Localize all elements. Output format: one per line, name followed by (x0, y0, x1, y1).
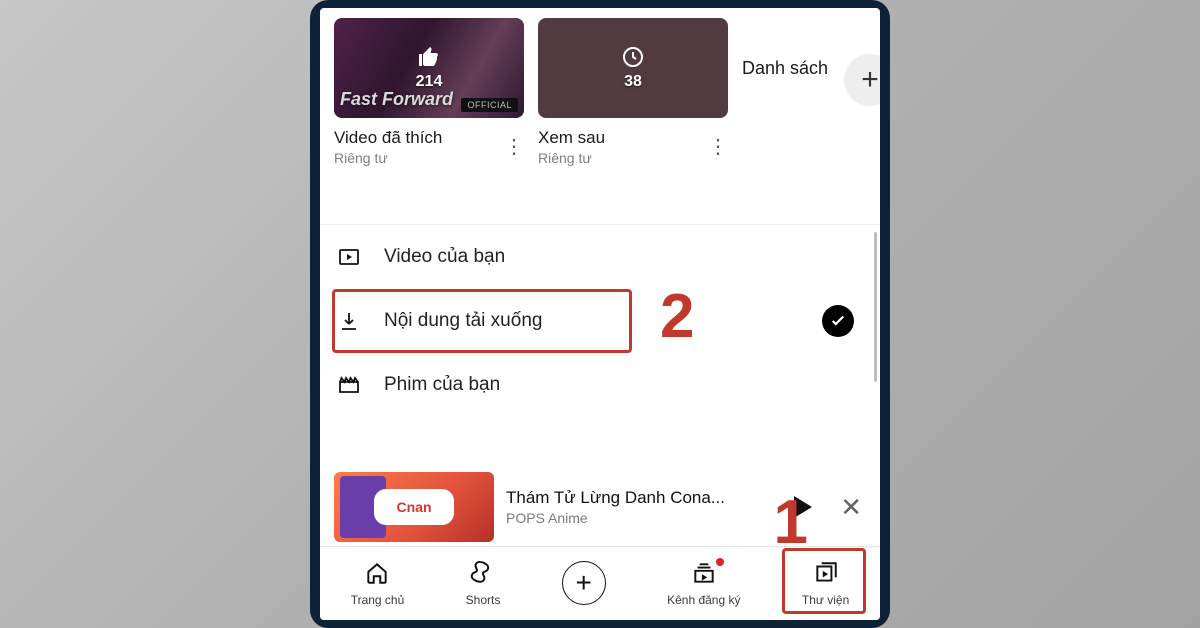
yg-official-tag: OFFICIAL (461, 98, 518, 112)
nav-shorts[interactable]: Shorts (466, 560, 501, 607)
plus-circle-icon: + (562, 561, 606, 605)
miniplayer[interactable]: Cnan Thám Tử Lừng Danh Cona... POPS Anim… (334, 472, 866, 542)
plus-icon: + (861, 63, 879, 97)
row-downloads-label: Nội dung tải xuống (384, 310, 542, 332)
playlist-later-count: 38 (624, 73, 642, 91)
playlists-row: 214 Fast Forward OFFICIAL Video đã thích… (320, 8, 880, 166)
play-square-icon (336, 244, 362, 270)
nav-library[interactable]: Thư viện (802, 560, 849, 607)
library-rows: Video của bạn Nội dung tải xuống 2 (320, 224, 880, 417)
playlist-later-more-icon[interactable]: ⋮ (704, 142, 728, 152)
miniplayer-thumb[interactable]: Cnan (334, 472, 494, 542)
playlist-liked-title: Video đã thích (334, 128, 442, 148)
app-screen: 214 Fast Forward OFFICIAL Video đã thích… (320, 8, 880, 620)
miniplayer-title: Thám Tử Lừng Danh Cona... (506, 488, 725, 508)
playlist-later-thumb[interactable]: 38 (538, 18, 728, 118)
thumbs-up-icon (417, 45, 441, 69)
download-icon (336, 308, 362, 334)
row-downloads[interactable]: Nội dung tải xuống 2 (320, 289, 880, 353)
row-your-movies-label: Phim của bạn (384, 374, 500, 396)
download-complete-icon (822, 305, 854, 337)
clock-icon (621, 45, 645, 69)
annotation-step1-number: 1 (774, 487, 808, 558)
playlist-later-title: Xem sau (538, 128, 605, 148)
nav-shorts-label: Shorts (466, 593, 501, 607)
nav-create[interactable]: + (562, 563, 606, 605)
annotation-step2-number: 2 (660, 281, 694, 352)
playlist-later-privacy: Riêng tư (538, 150, 605, 166)
nav-home-label: Trang chủ (351, 593, 405, 607)
miniplayer-thumb-logo: Cnan (374, 489, 454, 525)
playlist-watch-later[interactable]: 38 Xem sau Riêng tư ⋮ (538, 18, 728, 166)
miniplayer-close-icon[interactable]: ✕ (840, 492, 862, 523)
miniplayer-channel: POPS Anime (506, 510, 725, 526)
nav-subscriptions[interactable]: Kênh đăng ký (667, 560, 740, 607)
playlist-partial-title[interactable]: Danh sách (742, 58, 828, 79)
library-icon (813, 560, 839, 589)
row-your-movies[interactable]: Phim của bạn (320, 353, 880, 417)
nav-library-label: Thư viện (802, 593, 849, 607)
nav-subs-label: Kênh đăng ký (667, 593, 740, 607)
playlist-liked-thumb[interactable]: 214 Fast Forward OFFICIAL (334, 18, 524, 118)
playlist-liked-overlay: Fast Forward (340, 89, 453, 110)
home-icon (364, 560, 390, 589)
subscriptions-icon (691, 560, 717, 589)
playlist-liked-count: 214 (416, 73, 443, 91)
playlist-liked[interactable]: 214 Fast Forward OFFICIAL Video đã thích… (334, 18, 524, 166)
phone-frame: 214 Fast Forward OFFICIAL Video đã thích… (310, 0, 890, 628)
row-your-videos-label: Video của bạn (384, 246, 505, 268)
subscriptions-new-dot-icon (716, 558, 724, 566)
scrollbar[interactable] (874, 232, 877, 382)
playlist-liked-privacy: Riêng tư (334, 150, 442, 166)
shorts-icon (470, 560, 496, 589)
playlist-liked-more-icon[interactable]: ⋮ (500, 142, 524, 152)
row-your-videos[interactable]: Video của bạn (320, 225, 880, 289)
nav-home[interactable]: Trang chủ (351, 560, 405, 607)
clapperboard-icon (336, 372, 362, 398)
